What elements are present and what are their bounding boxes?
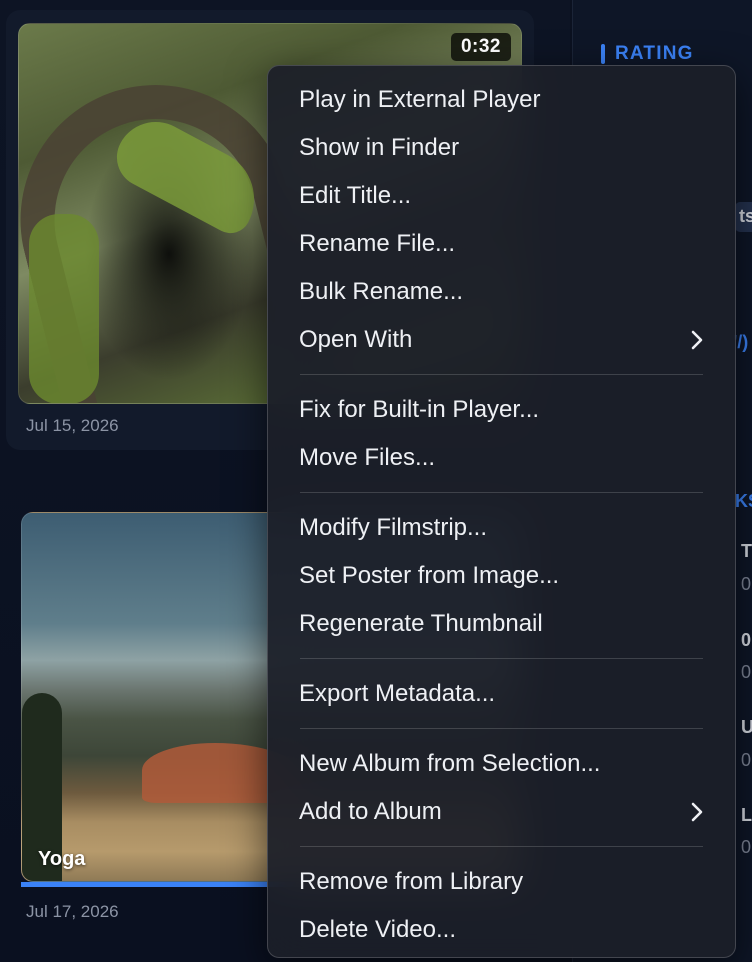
menu-item-set-poster-from-image[interactable]: Set Poster from Image... bbox=[268, 552, 735, 600]
menu-item-new-album-from-selection[interactable]: New Album from Selection... bbox=[268, 740, 735, 788]
menu-item-delete-video[interactable]: Delete Video... bbox=[268, 906, 735, 954]
menu-item-label: Play in External Player bbox=[299, 86, 541, 113]
menu-item-add-to-album[interactable]: Add to Album bbox=[268, 788, 735, 836]
context-menu: Play in External Player Show in Finder Edi… bbox=[267, 65, 736, 958]
thumbnail-detail bbox=[29, 214, 99, 403]
menu-item-label: Regenerate Thumbnail bbox=[299, 610, 543, 637]
menu-item-label: Show in Finder bbox=[299, 134, 460, 161]
menu-separator bbox=[300, 374, 703, 375]
menu-item-label: Modify Filmstrip... bbox=[299, 514, 488, 541]
menu-item-label: Rename File... bbox=[299, 230, 456, 257]
sidebar-text: U bbox=[741, 717, 752, 737]
menu-item-move-files[interactable]: Move Files... bbox=[268, 434, 735, 482]
menu-item-label: Remove from Library bbox=[299, 868, 524, 895]
menu-item-export-metadata[interactable]: Export Metadata... bbox=[268, 670, 735, 718]
menu-item-label: Edit Title... bbox=[299, 182, 412, 209]
menu-item-play-in-external-player[interactable]: Play in External Player bbox=[268, 76, 735, 124]
video-date: Jul 15, 2026 bbox=[26, 416, 119, 435]
sidebar-text: ts bbox=[739, 206, 752, 226]
sidebar-text: 0 bbox=[741, 662, 752, 682]
menu-item-label: Set Poster from Image... bbox=[299, 562, 560, 589]
menu-item-regenerate-thumbnail[interactable]: Regenerate Thumbnail bbox=[268, 600, 735, 648]
menu-item-rename-file[interactable]: Rename File... bbox=[268, 220, 735, 268]
menu-item-label: Export Metadata... bbox=[299, 680, 496, 707]
video-date: Jul 17, 2026 bbox=[26, 902, 119, 921]
menu-item-label: Move Files... bbox=[299, 444, 436, 471]
watch-progress-fill bbox=[21, 882, 296, 887]
menu-item-fix-for-built-in-player[interactable]: Fix for Built-in Player... bbox=[268, 386, 735, 434]
menu-item-label: Add to Album bbox=[299, 798, 442, 825]
menu-item-label: New Album from Selection... bbox=[299, 750, 601, 777]
sidebar-text: 0 bbox=[741, 574, 752, 594]
menu-item-show-in-finder[interactable]: Show in Finder bbox=[268, 124, 735, 172]
menu-separator bbox=[300, 846, 703, 847]
menu-item-open-with[interactable]: Open With bbox=[268, 316, 735, 364]
chevron-right-icon bbox=[690, 329, 704, 351]
menu-item-edit-title[interactable]: Edit Title... bbox=[268, 172, 735, 220]
sidebar-text: 0 bbox=[741, 750, 752, 770]
menu-separator bbox=[300, 492, 703, 493]
sidebar-text: L bbox=[741, 805, 752, 825]
menu-item-modify-filmstrip[interactable]: Modify Filmstrip... bbox=[268, 504, 735, 552]
sidebar-text: T bbox=[741, 541, 752, 561]
menu-separator bbox=[300, 728, 703, 729]
sidebar-text: 0 bbox=[741, 837, 752, 857]
menu-item-label: Delete Video... bbox=[299, 916, 456, 943]
section-accent-bar bbox=[601, 44, 605, 64]
menu-separator bbox=[300, 658, 703, 659]
rating-label: RATING bbox=[615, 43, 694, 64]
menu-item-remove-from-library[interactable]: Remove from Library bbox=[268, 858, 735, 906]
duration-badge: 0:32 bbox=[450, 33, 511, 61]
menu-item-label: Fix for Built-in Player... bbox=[299, 396, 540, 423]
sidebar-text: 0 bbox=[741, 630, 752, 650]
menu-item-label: Bulk Rename... bbox=[299, 278, 464, 305]
menu-item-bulk-rename[interactable]: Bulk Rename... bbox=[268, 268, 735, 316]
rating-section-header: RATING bbox=[601, 43, 694, 65]
chevron-right-icon bbox=[690, 801, 704, 823]
menu-item-label: Open With bbox=[299, 326, 413, 353]
sidebar-text: KS bbox=[735, 491, 752, 511]
video-title: Yoga bbox=[38, 848, 86, 870]
